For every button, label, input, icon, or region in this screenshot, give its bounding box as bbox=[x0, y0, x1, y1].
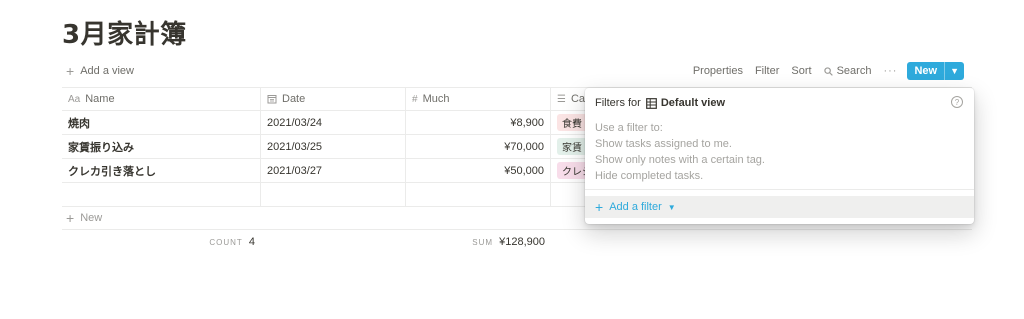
filter-popup-header: Filters for Default view bbox=[595, 97, 725, 109]
category-tag: 食費 bbox=[557, 114, 587, 131]
cell-much[interactable]: ¥70,000 bbox=[406, 135, 551, 158]
column-much-label: Much bbox=[422, 93, 450, 105]
count-calculation[interactable]: COUNT 4 bbox=[62, 236, 261, 248]
new-button-label: New bbox=[914, 65, 938, 77]
cell-name[interactable]: 焼肉 bbox=[62, 111, 261, 134]
search-icon bbox=[823, 66, 833, 76]
category-tag: 家賃 bbox=[557, 138, 587, 155]
column-date-label: Date bbox=[282, 93, 306, 105]
column-name-label: Name bbox=[85, 93, 115, 105]
filter-button[interactable]: Filter bbox=[749, 62, 785, 80]
cell-name[interactable]: クレカ引き落とし bbox=[62, 159, 261, 182]
divider bbox=[585, 189, 974, 190]
add-view-button[interactable]: + Add a view bbox=[66, 64, 134, 78]
table-icon bbox=[645, 97, 657, 109]
text-property-icon: Aa bbox=[68, 93, 81, 105]
page-title: 3月家計簿 bbox=[62, 20, 187, 50]
filter-hint: Use a filter to: bbox=[595, 122, 663, 134]
cell-date[interactable] bbox=[261, 183, 406, 206]
cell-date[interactable]: 2021/03/25 bbox=[261, 135, 406, 158]
chevron-down-icon: ▼ bbox=[667, 202, 676, 212]
cell-name[interactable] bbox=[62, 183, 261, 206]
cell-much[interactable]: ¥50,000 bbox=[406, 159, 551, 182]
more-options-button[interactable]: ··· bbox=[877, 62, 903, 80]
add-row-label: New bbox=[80, 212, 103, 224]
column-header-date[interactable]: Date bbox=[261, 88, 406, 110]
calendar-icon bbox=[267, 95, 277, 104]
filter-hint: Show tasks assigned to me. bbox=[595, 138, 732, 150]
count-label: COUNT bbox=[209, 238, 243, 247]
cell-much[interactable] bbox=[406, 183, 551, 206]
sum-value: ¥128,900 bbox=[499, 236, 545, 248]
count-value: 4 bbox=[248, 236, 255, 248]
plus-icon: + bbox=[66, 63, 75, 79]
cell-date[interactable]: 2021/03/24 bbox=[261, 111, 406, 134]
toolbar-actions: Properties Filter Sort Search ··· New ▼ bbox=[687, 62, 964, 80]
help-icon[interactable]: ? bbox=[951, 96, 963, 108]
plus-icon: + bbox=[595, 199, 604, 215]
chevron-down-icon[interactable]: ▼ bbox=[944, 62, 964, 80]
filter-popup-title: Filters for bbox=[595, 97, 641, 109]
number-property-icon: # bbox=[412, 93, 418, 105]
database-toolbar: + Add a view Properties Filter Sort Sear… bbox=[62, 62, 964, 82]
search-button[interactable]: Search bbox=[818, 62, 878, 80]
properties-button[interactable]: Properties bbox=[687, 62, 749, 80]
cell-much[interactable]: ¥8,900 bbox=[406, 111, 551, 134]
filter-hints: Use a filter to: Show tasks assigned to … bbox=[595, 120, 765, 184]
search-label: Search bbox=[836, 65, 872, 77]
sum-label: SUM bbox=[472, 238, 494, 247]
column-header-name[interactable]: Aa Name bbox=[62, 88, 261, 110]
add-view-label: Add a view bbox=[80, 65, 134, 77]
select-property-icon: ☰ bbox=[557, 93, 566, 105]
new-record-button[interactable]: New ▼ bbox=[907, 62, 964, 80]
plus-icon: + bbox=[66, 210, 75, 226]
view-selector[interactable]: Default view bbox=[645, 97, 726, 109]
filter-hint: Show only notes with a certain tag. bbox=[595, 154, 765, 166]
filter-popup: Filters for Default view ? Use a filter … bbox=[585, 88, 974, 224]
view-name: Default view bbox=[660, 97, 726, 109]
column-header-much[interactable]: # Much bbox=[406, 88, 551, 110]
sum-calculation[interactable]: SUM ¥128,900 bbox=[406, 236, 551, 248]
add-filter-button[interactable]: + Add a filter ▼ bbox=[585, 196, 974, 218]
filter-hint: Hide completed tasks. bbox=[595, 170, 704, 182]
cell-date[interactable]: 2021/03/27 bbox=[261, 159, 406, 182]
add-filter-label: Add a filter bbox=[609, 201, 662, 213]
cell-name[interactable]: 家賃振り込み bbox=[62, 135, 261, 158]
sort-button[interactable]: Sort bbox=[785, 62, 817, 80]
calculation-row: COUNT 4 SUM ¥128,900 bbox=[62, 230, 972, 254]
